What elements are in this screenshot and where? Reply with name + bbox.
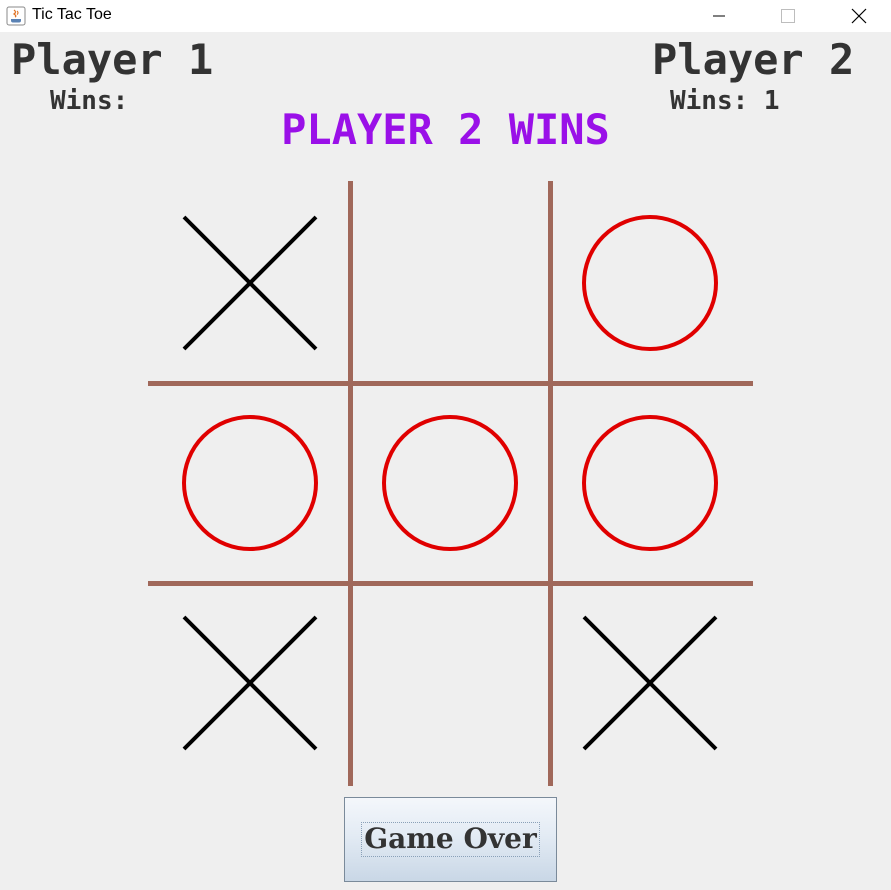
window-title: Tic Tac Toe xyxy=(32,6,112,23)
minimize-button[interactable] xyxy=(696,0,742,32)
board-cell-2-1[interactable] xyxy=(150,383,350,583)
board-cell-1-2[interactable] xyxy=(350,183,550,383)
game-over-button[interactable]: Game Over xyxy=(344,797,557,882)
maximize-icon xyxy=(781,9,795,23)
close-icon xyxy=(851,8,867,24)
board-cell-3-3[interactable] xyxy=(550,583,750,783)
game-status: PLAYER 2 WINS xyxy=(281,105,610,154)
board-cell-1-1[interactable] xyxy=(150,183,350,383)
player-2-name: Player 2 xyxy=(652,35,855,84)
java-icon xyxy=(6,6,26,26)
board-cell-2-2[interactable] xyxy=(350,383,550,583)
player-1-name: Player 1 xyxy=(11,35,214,84)
board-cell-3-2[interactable] xyxy=(350,583,550,783)
minimize-icon xyxy=(713,15,725,17)
board-cell-3-1[interactable] xyxy=(150,583,350,783)
close-button[interactable] xyxy=(836,0,882,32)
maximize-button[interactable] xyxy=(765,0,811,32)
game-over-label: Game Over xyxy=(361,822,540,857)
title-bar: Tic Tac Toe xyxy=(0,0,891,32)
board-cell-2-3[interactable] xyxy=(550,383,750,583)
board-cell-1-3[interactable] xyxy=(550,183,750,383)
app-window: Tic Tac Toe Player 1 Player 2 Wins: Wins… xyxy=(0,0,891,890)
